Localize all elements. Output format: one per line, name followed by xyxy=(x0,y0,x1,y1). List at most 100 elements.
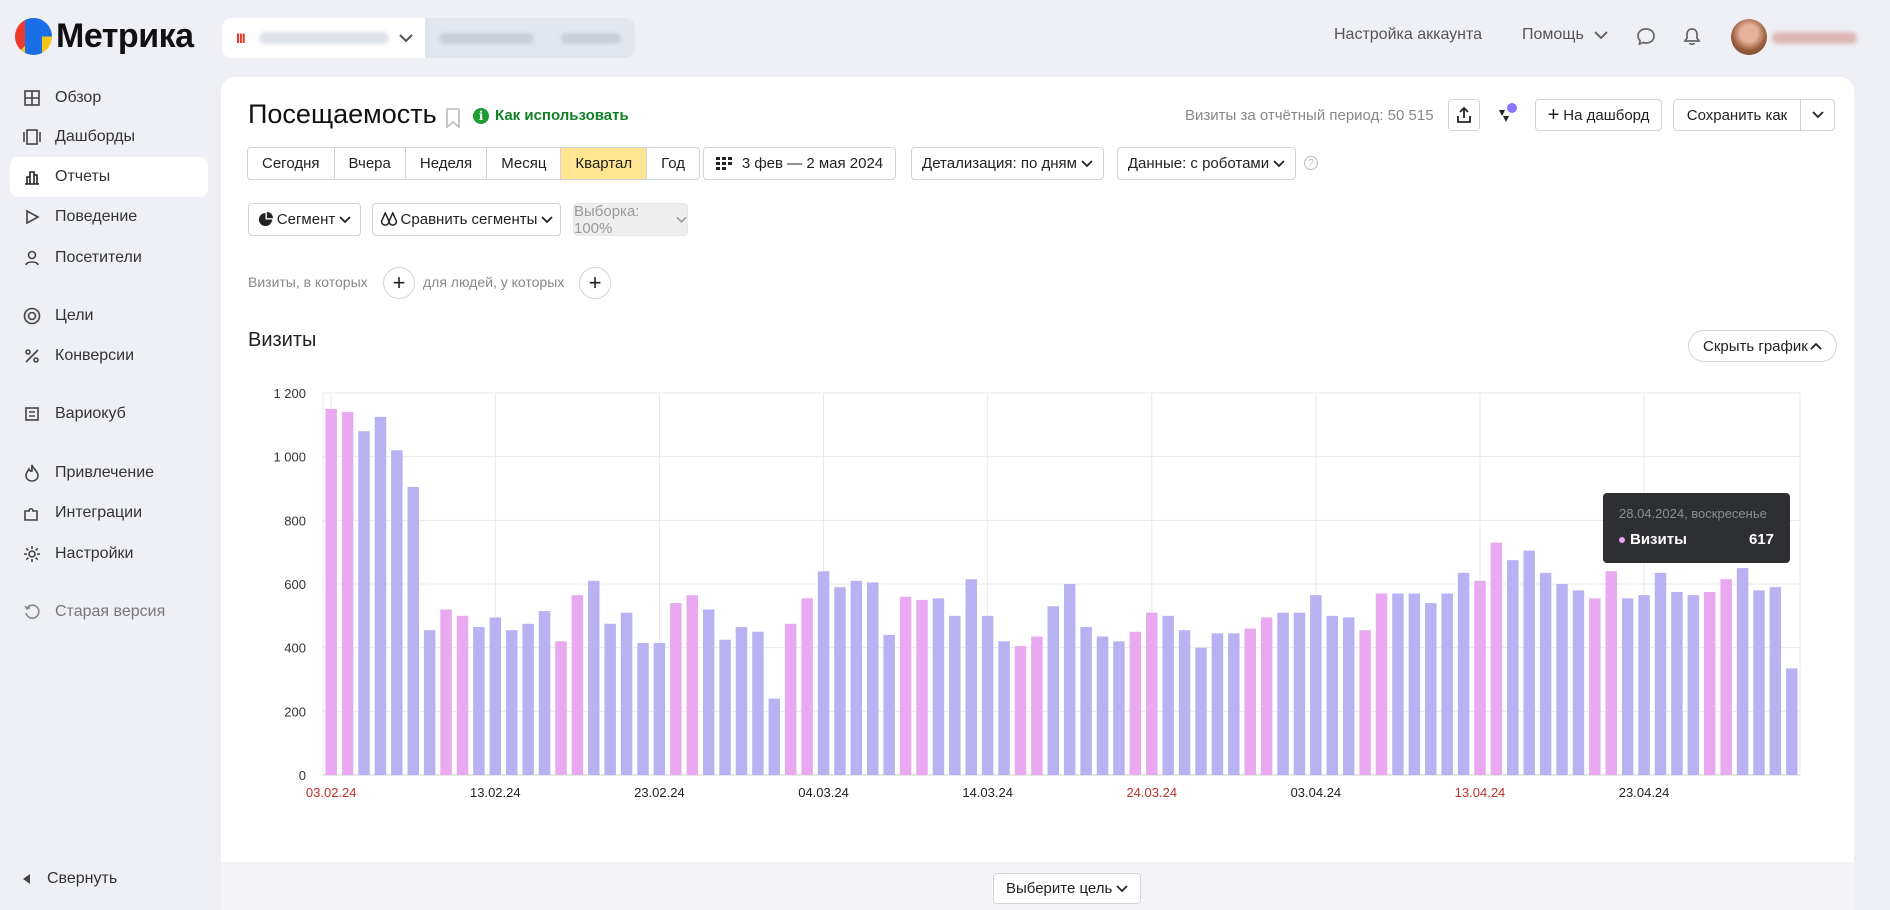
chart-bar xyxy=(1146,612,1158,775)
chart-bar xyxy=(752,631,764,775)
chart-bar xyxy=(1260,617,1273,775)
chart-bar xyxy=(571,595,584,775)
chart-bar xyxy=(538,611,551,775)
chart-bar xyxy=(1720,579,1732,775)
chart-bar xyxy=(1474,580,1486,775)
chart-bar xyxy=(883,634,895,775)
chart-bar xyxy=(1703,591,1716,775)
chart-bar xyxy=(1605,571,1618,775)
chart-bar xyxy=(604,623,616,775)
chart-bar xyxy=(768,698,781,775)
chart-bar xyxy=(456,615,469,775)
chart-bar xyxy=(1507,560,1519,776)
chart-bar xyxy=(555,641,567,775)
chart-bar xyxy=(637,642,649,775)
chart-bar xyxy=(522,623,534,775)
chart-bar xyxy=(1113,641,1125,775)
chart-bar xyxy=(867,582,879,775)
y-tick-label: 1 200 xyxy=(273,386,306,401)
chart-bar xyxy=(423,630,436,775)
tooltip-row: Визиты 617 xyxy=(1619,531,1774,548)
chart-bar xyxy=(341,412,354,775)
chart-bar xyxy=(1326,615,1339,775)
chart-bar xyxy=(702,609,715,775)
y-tick-label: 600 xyxy=(284,577,306,592)
chart-bar xyxy=(440,609,452,775)
chart-bar xyxy=(1589,598,1601,775)
x-tick-label: 24.03.24 xyxy=(1126,785,1177,800)
y-tick-label: 800 xyxy=(284,513,306,528)
chart-bar xyxy=(358,431,370,775)
chart-bar xyxy=(391,450,403,775)
x-tick-label: 23.04.24 xyxy=(1619,785,1670,800)
chevron-down-icon xyxy=(1116,884,1128,892)
chart-bar xyxy=(916,599,928,775)
chart-bar xyxy=(1671,591,1683,775)
chart-bar xyxy=(686,595,698,775)
chart-bar xyxy=(1490,542,1503,775)
chart-bar xyxy=(1178,630,1191,775)
chart-bar xyxy=(588,580,600,775)
tooltip-value: 617 xyxy=(1748,531,1774,548)
chart-bar xyxy=(735,626,748,775)
chart-bar xyxy=(1375,593,1388,775)
chart-bar xyxy=(850,580,863,775)
y-tick-label: 400 xyxy=(284,641,306,656)
chart-bar xyxy=(1769,587,1782,775)
chart-bar xyxy=(1195,647,1207,775)
chart-bar xyxy=(374,416,387,776)
chart-bar xyxy=(325,408,337,775)
chart-bar xyxy=(1523,550,1535,775)
chart-bar xyxy=(1687,595,1700,775)
chart-bar xyxy=(473,626,485,775)
x-tick-label: 03.02.24 xyxy=(306,785,357,800)
chart-y-ticks: 0 200 400 600 800 1 000 1 200 xyxy=(273,386,306,783)
chart-bar xyxy=(834,587,846,775)
chart-tooltip: 28.04.2024, воскресенье Визиты 617 xyxy=(1603,493,1790,563)
chart-bar xyxy=(1277,612,1289,775)
x-tick-label: 13.04.24 xyxy=(1455,785,1506,800)
goal-select-label: Выберите цель xyxy=(1006,880,1113,897)
chart-bar xyxy=(1211,633,1224,775)
chart-bar xyxy=(965,579,977,775)
chart-bar xyxy=(1621,598,1634,775)
goal-select[interactable]: Выберите цель xyxy=(993,873,1142,904)
chart-bars xyxy=(325,408,1798,776)
chart-bar xyxy=(801,598,813,775)
x-tick-label: 14.03.24 xyxy=(962,785,1013,800)
chart-bar xyxy=(998,641,1010,775)
chart-bar xyxy=(1359,630,1371,775)
chart-bar xyxy=(1392,593,1404,775)
tooltip-series-label: Визиты xyxy=(1630,531,1687,548)
chart-bar xyxy=(670,603,682,775)
chart-bar xyxy=(1539,572,1552,775)
visits-chart: 0 200 400 600 800 1 000 1 200 03.02.24 13.02.24… xyxy=(273,386,1801,800)
chart-bar xyxy=(407,486,420,775)
chart-bar xyxy=(620,612,633,775)
chart-bar xyxy=(1753,590,1765,775)
chart-bar xyxy=(1654,572,1667,775)
chart-x-ticks: 03.02.24 13.02.24 23.02.24 04.03.24 14.03.24… xyxy=(306,785,1669,800)
chart-bar xyxy=(1047,606,1060,775)
y-tick-label: 0 xyxy=(299,768,306,783)
chart-bar xyxy=(1556,584,1568,775)
chart-bar xyxy=(1425,603,1437,775)
chart-bar xyxy=(784,623,797,775)
y-tick-label: 1 000 xyxy=(273,450,306,465)
chart-bar xyxy=(1441,593,1453,775)
chart-bar xyxy=(1457,572,1470,775)
chart-bar xyxy=(1014,646,1027,775)
chart-bar xyxy=(899,596,912,775)
chart-bar xyxy=(1031,636,1043,775)
chart-bar xyxy=(1408,593,1421,775)
chart-bar xyxy=(1293,612,1306,775)
chart-bar xyxy=(1786,668,1798,775)
chart-bar xyxy=(932,598,945,775)
chart-bar xyxy=(817,571,830,775)
chart-bar xyxy=(1080,626,1092,775)
chart-bar xyxy=(489,617,502,775)
chart-bar xyxy=(653,642,666,775)
chart-bar xyxy=(1063,584,1076,775)
chart-bar xyxy=(1736,568,1749,775)
chart-bar xyxy=(981,615,994,775)
